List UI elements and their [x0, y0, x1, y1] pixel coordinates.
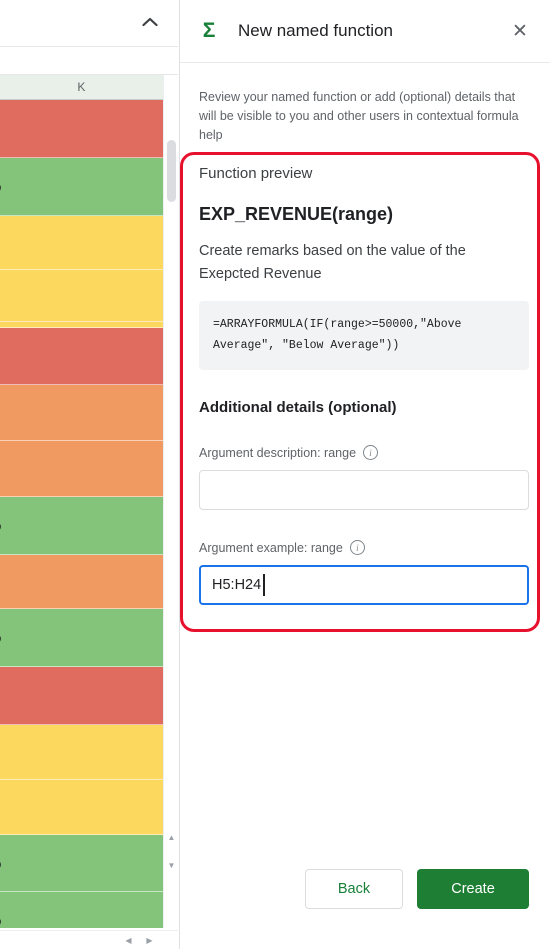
info-icon[interactable]: i	[349, 540, 365, 555]
grid-cell[interactable]	[0, 667, 163, 725]
chevron-up-icon[interactable]	[138, 10, 162, 34]
grid-cell-value: %	[0, 178, 1, 195]
grid-cell[interactable]: 6	[0, 441, 163, 497]
scroll-up-arrow-icon[interactable]: ▲	[166, 832, 177, 843]
panel-body: Review your named function or add (optio…	[180, 62, 550, 862]
panel-intro-text: Review your named function or add (optio…	[199, 90, 519, 142]
additional-details-heading: Additional details (optional)	[199, 399, 397, 416]
spreadsheet-toolbar	[0, 0, 178, 47]
formula-preview: =ARRAYFORMULA(IF(range>=50000,"Above Ave…	[199, 301, 529, 370]
grid-cell[interactable]: %	[0, 609, 163, 667]
function-signature: EXP_REVENUE(range)	[199, 204, 394, 224]
text-cursor	[263, 574, 265, 596]
vertical-scrollbar-thumb[interactable]	[167, 140, 176, 202]
argument-example-label-row: Argument example: range i	[199, 540, 365, 555]
argument-description-input[interactable]	[199, 470, 529, 510]
grid-cell[interactable]: 6	[0, 555, 163, 609]
panel-title: New named function	[238, 21, 393, 40]
spreadsheet-grid: %666666%6%66%%	[0, 100, 163, 928]
grid-cell-value: %	[0, 855, 1, 872]
grid-cell[interactable]: 6	[0, 725, 163, 780]
grid-cell-value: %	[0, 517, 1, 534]
argument-description-label-row: Argument description: range i	[199, 445, 379, 460]
spreadsheet-region: K %666666%6%66%% ▲ ▼ ◀ ▶	[0, 0, 178, 949]
back-button[interactable]: Back	[305, 869, 403, 909]
grid-cell[interactable]: 6	[0, 780, 163, 835]
horizontal-scrollbar[interactable]: ◀ ▶	[0, 930, 178, 949]
grid-cell[interactable]: 6	[0, 328, 163, 385]
grid-cell[interactable]: 6	[0, 385, 163, 441]
formula-bar-strip	[0, 47, 178, 75]
scroll-right-arrow-icon[interactable]: ▶	[143, 934, 156, 947]
grid-cell[interactable]: 6	[0, 216, 163, 270]
scroll-left-arrow-icon[interactable]: ◀	[122, 934, 135, 947]
grid-cell[interactable]: %	[0, 892, 163, 928]
create-button[interactable]: Create	[417, 869, 529, 909]
grid-cell[interactable]: %	[0, 497, 163, 555]
function-description: Create remarks based on the value of the…	[199, 243, 466, 282]
panel-header: Σ New named function ✕	[180, 0, 550, 63]
column-header-k[interactable]: K	[0, 75, 163, 100]
argument-example-input[interactable]	[199, 565, 529, 605]
argument-description-label: Argument description: range	[199, 445, 357, 460]
grid-cell[interactable]: %	[0, 158, 163, 216]
argument-example-label: Argument example: range	[199, 540, 343, 555]
function-preview-heading: Function preview	[199, 165, 313, 182]
grid-cell[interactable]: 6	[0, 270, 163, 322]
grid-cell-value: %	[0, 912, 1, 929]
column-header-label: K	[77, 80, 86, 94]
info-icon[interactable]: i	[363, 445, 379, 460]
grid-cell-value: %	[0, 629, 1, 646]
scroll-down-arrow-icon[interactable]: ▼	[166, 860, 177, 871]
grid-cell[interactable]	[0, 100, 163, 158]
panel-footer: Back Create	[180, 869, 550, 949]
vertical-scrollbar[interactable]: ▲ ▼	[163, 75, 178, 928]
named-function-panel: Σ New named function ✕ Review your named…	[179, 0, 550, 949]
close-icon[interactable]: ✕	[507, 18, 533, 44]
sigma-icon: Σ	[202, 19, 216, 42]
grid-cell[interactable]: %	[0, 835, 163, 892]
